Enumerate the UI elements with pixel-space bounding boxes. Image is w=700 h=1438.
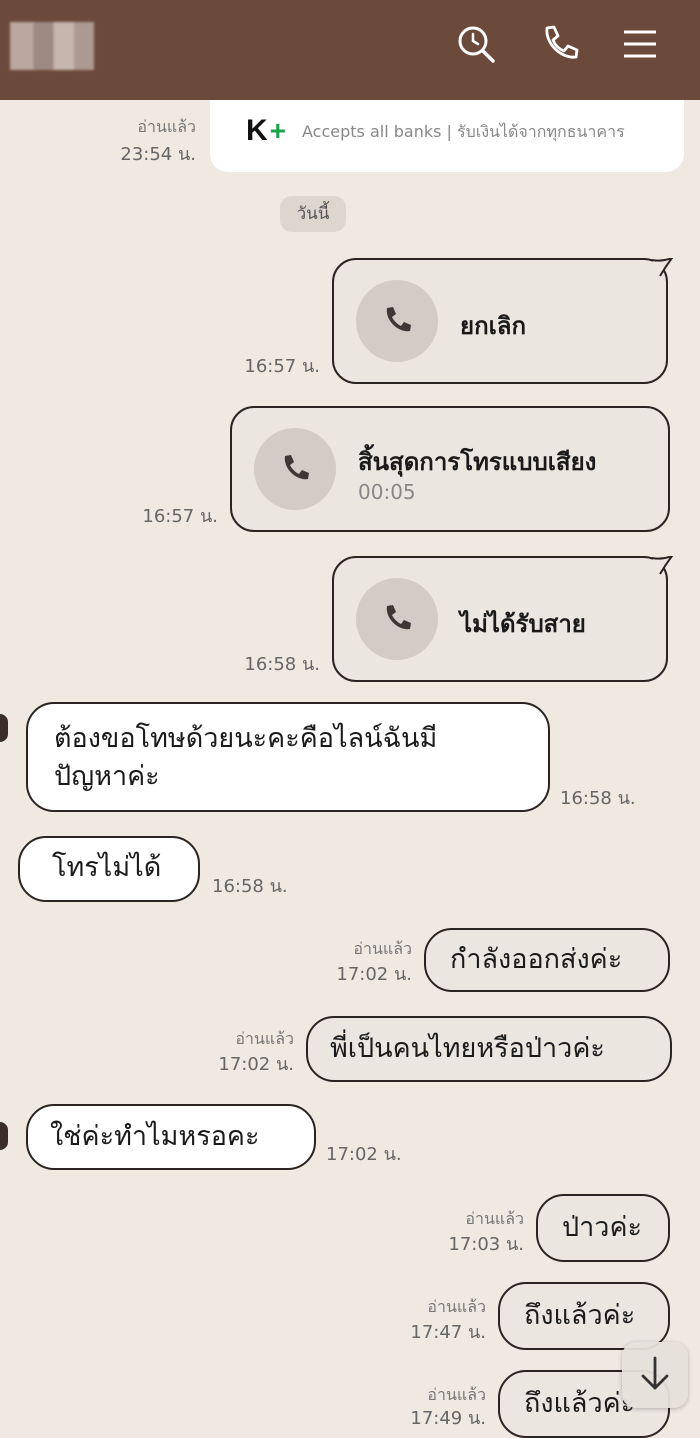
message-time: 16:57 น. — [142, 506, 218, 527]
bubble-tail — [652, 556, 674, 575]
message-text: ถึงแล้วค่ะ — [524, 1388, 636, 1419]
search-icon[interactable] — [454, 22, 498, 66]
call-duration: 00:05 — [358, 480, 416, 504]
bubble-tail — [652, 258, 674, 277]
message-bubble-incoming[interactable]: ใช่ค่ะทำไมหรอคะ — [26, 1104, 316, 1170]
message-text: ปัญหาค่ะ — [54, 761, 160, 792]
message-bubble-outgoing[interactable]: พี่เป็นคนไทยหรือป่าวค่ะ — [306, 1016, 672, 1082]
message-text: กำลังออกส่งค่ะ — [450, 944, 623, 975]
message-time: 16:58 น. — [244, 654, 320, 675]
message-time: 23:54 น. — [120, 144, 196, 165]
phone-icon[interactable] — [537, 22, 581, 66]
message-text: ป่าวค่ะ — [562, 1212, 643, 1243]
read-receipt: อ่านแล้ว — [427, 1385, 486, 1404]
avatar[interactable] — [0, 714, 8, 742]
message-text: โทรไม่ได้ — [52, 852, 162, 883]
message-text: ถึงแล้วค่ะ — [524, 1300, 636, 1331]
scroll-to-bottom-button[interactable] — [622, 1342, 688, 1408]
message-text: พี่เป็นคนไทยหรือป่าวค่ะ — [330, 1033, 605, 1064]
message-bubble-incoming[interactable]: โทรไม่ได้ — [18, 836, 200, 902]
banner-text: Accepts all banks | รับเงินได้จากทุกธนาค… — [302, 122, 625, 141]
message-bubble-incoming[interactable]: ต้องขอโทษด้วยนะคะคือไลน์ฉันมี ปัญหาค่ะ — [26, 702, 550, 812]
kplus-logo: K+ — [246, 114, 287, 147]
read-receipt: อ่านแล้ว — [465, 1209, 524, 1228]
phone-icon — [356, 280, 438, 362]
call-title: สิ้นสุดการโทรแบบเสียง — [358, 448, 597, 476]
message-time: 17:02 น. — [218, 1054, 294, 1075]
message-text: ใช่ค่ะทำไมหรอคะ — [50, 1121, 260, 1152]
read-receipt: อ่านแล้ว — [353, 939, 412, 958]
message-time: 16:58 น. — [560, 788, 636, 809]
message-time: 17:03 น. — [448, 1234, 524, 1255]
message-bubble-outgoing[interactable]: ป่าวค่ะ — [536, 1194, 670, 1262]
message-time: 17:02 น. — [326, 1144, 402, 1165]
phone-icon — [356, 578, 438, 660]
call-title: ไม่ได้รับสาย — [460, 610, 586, 638]
message-text: ต้องขอโทษด้วยนะคะคือไลน์ฉันมี — [54, 723, 438, 754]
kplus-message-card[interactable]: K+ Accepts all banks | รับเงินได้จากทุกธ… — [210, 100, 684, 172]
arrow-down-icon — [641, 1356, 669, 1390]
call-bubble-cancelled[interactable]: ยกเลิก — [332, 258, 668, 384]
phone-icon — [254, 428, 336, 510]
date-divider: วันนี้ — [280, 196, 346, 232]
message-time: 17:47 น. — [410, 1322, 486, 1343]
read-receipt: อ่านแล้ว — [427, 1297, 486, 1316]
message-time: 16:58 น. — [212, 876, 288, 897]
chat-header — [0, 0, 700, 100]
read-receipt: อ่านแล้ว — [235, 1029, 294, 1048]
call-title: ยกเลิก — [460, 312, 527, 340]
message-time: 16:57 น. — [244, 356, 320, 377]
message-bubble-outgoing[interactable]: กำลังออกส่งค่ะ — [424, 928, 670, 992]
avatar[interactable] — [0, 1122, 8, 1150]
message-bubble-outgoing[interactable]: ถึงแล้วค่ะ — [498, 1282, 670, 1350]
message-time: 17:49 น. — [410, 1408, 486, 1429]
menu-icon[interactable] — [618, 22, 662, 66]
message-time: 17:02 น. — [336, 964, 412, 985]
contact-name-blurred[interactable] — [10, 22, 94, 70]
read-receipt: อ่านแล้ว — [137, 117, 196, 136]
call-bubble-missed[interactable]: ไม่ได้รับสาย — [332, 556, 668, 682]
call-bubble-ended[interactable]: สิ้นสุดการโทรแบบเสียง 00:05 — [230, 406, 670, 532]
